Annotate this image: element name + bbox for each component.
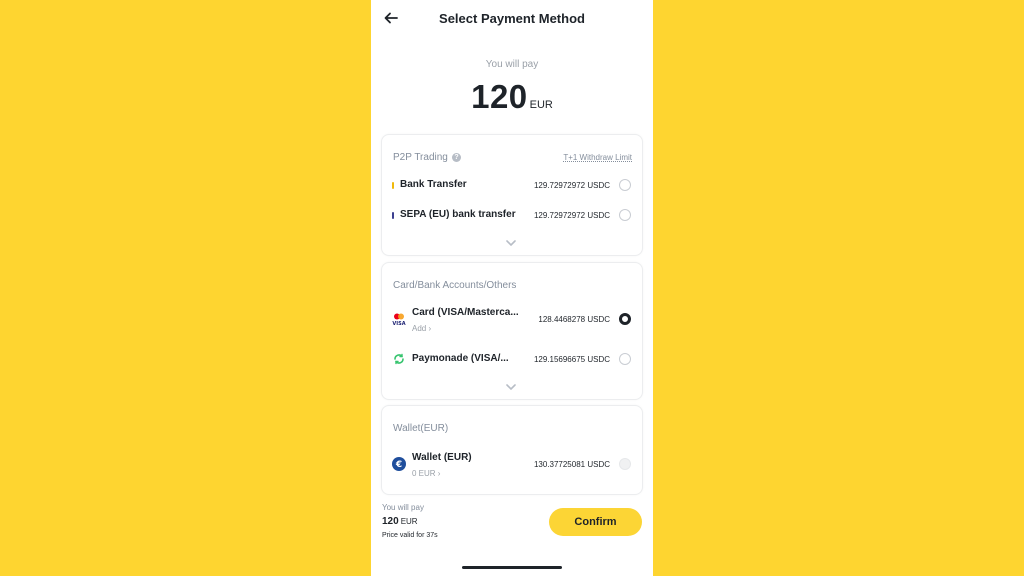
section-title-wallet: Wallet(EUR): [393, 423, 449, 434]
add-card-link[interactable]: Add ›: [412, 324, 431, 333]
option-label: Bank Transfer: [400, 179, 467, 190]
chevron-right-icon: ›: [437, 469, 441, 478]
option-amount: 130.37725081 USDC: [533, 460, 610, 469]
radio-button[interactable]: [619, 179, 631, 191]
option-amount: 128.4468278 USDC: [538, 315, 610, 324]
payment-method-screen: Select Payment Method You will pay 120 EU…: [371, 0, 653, 576]
withdraw-limit-link[interactable]: T+1 Withdraw Limit: [563, 153, 632, 162]
card-bank-section: Card/Bank Accounts/Others VISA Card (VIS…: [381, 262, 643, 400]
section-title-p2p: P2P Trading: [393, 152, 448, 163]
amount-value: 120: [471, 78, 528, 115]
amount-currency: EUR: [529, 99, 553, 111]
marker-icon: [392, 182, 394, 189]
payment-option-card[interactable]: VISA Card (VISA/Mastercа... Add › 128.44…: [382, 303, 642, 339]
pay-label: You will pay: [485, 59, 539, 70]
option-label: Card (VISA/Mastercа...: [412, 307, 519, 318]
option-label: Paymonade (VISA/...: [412, 353, 509, 364]
wallet-balance: 0 EUR: [412, 469, 436, 478]
section-title-cards: Card/Bank Accounts/Others: [393, 280, 517, 291]
radio-button[interactable]: [619, 353, 631, 365]
wallet-balance-link[interactable]: 0 EUR ›: [412, 469, 440, 478]
price-validity: Price valid for 37s: [382, 532, 438, 539]
euro-coin-icon: €: [392, 457, 406, 471]
p2p-section: P2P Trading ? T+1 Withdraw Limit Bank Tr…: [381, 134, 643, 256]
home-indicator[interactable]: [462, 566, 562, 569]
footer-currency: EUR: [400, 517, 418, 526]
wallet-section: Wallet(EUR) € Wallet (EUR) 0 EUR › 130.3…: [381, 405, 643, 495]
paymonade-icon: [392, 352, 406, 366]
payment-option-bank-transfer[interactable]: Bank Transfer 129.72972972 USDC: [382, 173, 642, 197]
confirm-button[interactable]: Confirm: [549, 508, 642, 536]
chevron-right-icon: ›: [428, 324, 432, 333]
marker-icon: [392, 212, 394, 219]
question-circle-icon[interactable]: ?: [452, 153, 461, 162]
amount-display: 120 EUR: [371, 78, 653, 116]
option-amount: 129.15696675 USDC: [533, 355, 610, 364]
option-amount: 129.72972972 USDC: [533, 211, 610, 220]
radio-button[interactable]: [619, 209, 631, 221]
footer-amount-value: 120: [382, 516, 399, 527]
chevron-down-icon[interactable]: [506, 233, 516, 247]
svg-text:€: €: [395, 460, 402, 470]
payment-option-sepa[interactable]: SEPA (EU) bank transfer 129.72972972 USD…: [382, 203, 642, 227]
visa-mastercard-icon: VISA: [392, 312, 406, 327]
option-label: Wallet (EUR): [412, 452, 472, 463]
footer-pay-label: You will pay: [382, 503, 424, 512]
page-title: Select Payment Method: [439, 11, 585, 26]
radio-button-disabled: [619, 458, 631, 470]
add-card-text: Add: [412, 324, 427, 333]
payment-option-wallet[interactable]: € Wallet (EUR) 0 EUR › 130.37725081 USDC: [382, 448, 642, 482]
svg-text:VISA: VISA: [392, 321, 405, 326]
option-amount: 129.72972972 USDC: [533, 181, 610, 190]
option-label: SEPA (EU) bank transfer: [400, 209, 516, 220]
radio-button-selected[interactable]: [619, 313, 631, 325]
footer-amount: 120 EUR: [382, 516, 418, 527]
chevron-down-icon[interactable]: [506, 377, 516, 391]
payment-option-paymonade[interactable]: Paymonade (VISA/... 129.15696675 USDC: [382, 347, 642, 371]
